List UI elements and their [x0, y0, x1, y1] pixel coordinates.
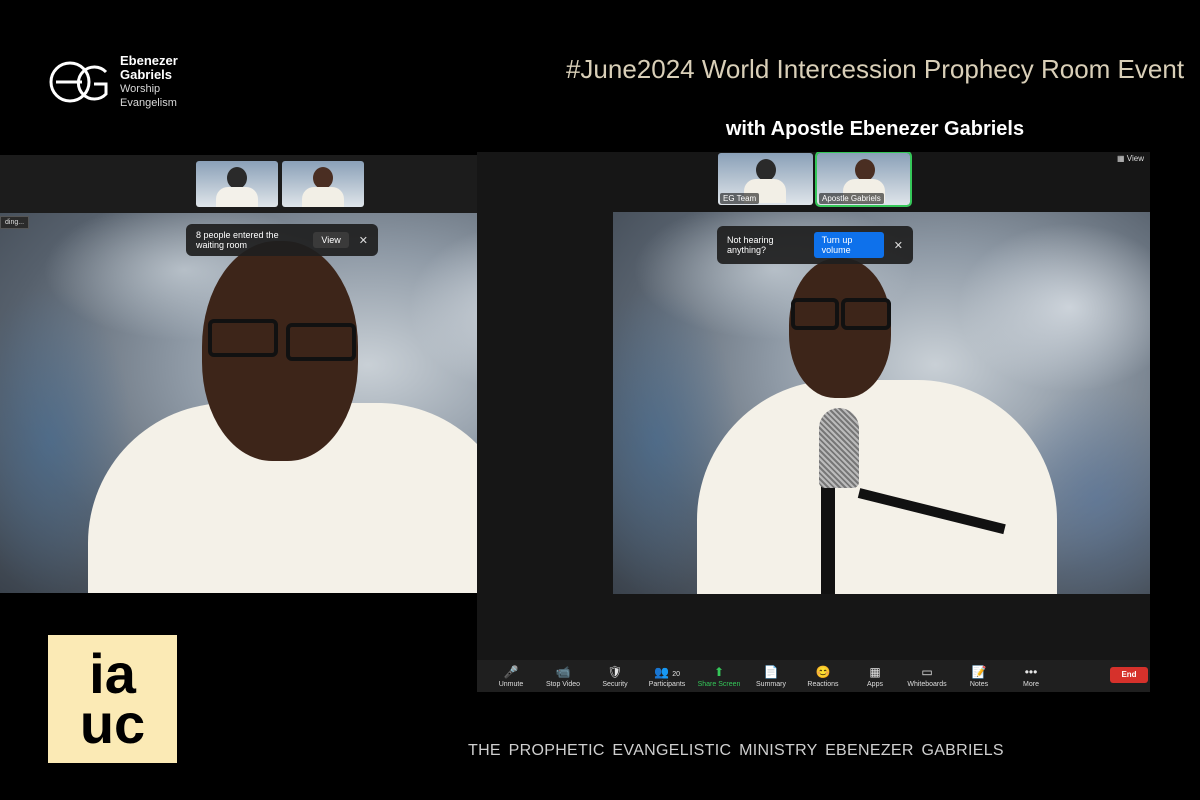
meeting-toolbar: 🎤 Unmute 📹 Stop Video 🛡 Security 👥 20 Pa… — [477, 660, 1150, 692]
eg-logo-icon — [49, 61, 108, 103]
participant-count: 20 — [672, 670, 681, 678]
summary-icon: 📄 — [763, 664, 779, 679]
more-button[interactable]: ••• More — [1005, 665, 1057, 688]
participant-thumbnail[interactable] — [282, 161, 364, 207]
participants-button[interactable]: 👥 20 Participants — [641, 665, 693, 688]
glasses-right — [286, 323, 356, 361]
notes-button[interactable]: 📝 Notes — [953, 665, 1005, 688]
brand-sub-line1: Worship — [120, 83, 161, 95]
close-icon[interactable]: ✕ — [359, 234, 368, 247]
shield-icon: 🛡 — [607, 664, 623, 679]
unmute-button[interactable]: 🎤 Unmute — [485, 665, 537, 688]
view-button[interactable]: View — [313, 232, 349, 248]
brand-logo: Ebenezer Gabriels Worship Evangelism — [48, 54, 178, 110]
thumbnail-strip — [196, 161, 364, 207]
participant-thumbnail[interactable] — [196, 161, 278, 207]
participant-thumbnail-apostle-gabriels[interactable]: Apostle Gabriels — [815, 152, 912, 207]
reactions-button[interactable]: 😊 Reactions — [797, 665, 849, 688]
brand-name-line2: Gabriels — [120, 67, 173, 82]
security-button[interactable]: 🛡 Security — [589, 665, 641, 688]
toast-text: 8 people entered the waiting room — [196, 230, 279, 250]
end-meeting-button[interactable]: End — [1110, 667, 1148, 683]
brand-sub-line2: Evangelism — [120, 97, 177, 109]
recording-indicator: ding... — [0, 216, 30, 229]
brand-text: Ebenezer Gabriels Worship Evangelism — [120, 54, 178, 110]
speaker-body — [697, 380, 1057, 594]
glasses-left — [208, 319, 278, 357]
ministry-caption: THE PROPHETIC EVANGELISTIC MINISTRY EBEN… — [468, 742, 1004, 759]
toast-text: Not hearing anything? — [727, 235, 774, 255]
camera-icon: 📹 — [555, 664, 571, 679]
thumbnail-strip: EG Team Apostle Gabriels — [718, 152, 912, 207]
audio-toast: Not hearing anything? Turn up volume ✕ — [717, 226, 913, 264]
apps-button[interactable]: ▦ Apps — [849, 665, 901, 688]
smiley-icon: 😊 — [815, 664, 831, 679]
share-screen-icon: ⬆ — [713, 664, 725, 679]
microphone-muted-icon: 🎤 — [503, 664, 519, 679]
waiting-room-toast: 8 people entered the waiting room View ✕ — [186, 224, 378, 256]
thumbnail-label: Apostle Gabriels — [819, 193, 884, 204]
event-title: #June2024 World Intercession Prophecy Ro… — [565, 54, 1185, 84]
iauc-logo-line2: uc — [79, 692, 146, 755]
stop-video-button[interactable]: 📹 Stop Video — [537, 665, 589, 688]
more-icon: ••• — [1024, 664, 1038, 679]
whiteboard-icon: ▭ — [921, 664, 933, 679]
event-subtitle: with Apostle Ebenezer Gabriels — [725, 118, 1025, 140]
notes-icon: 📝 — [971, 664, 987, 679]
thumbnail-label: EG Team — [720, 193, 760, 204]
right-meeting-window: ▦ View EG Team Apostle Gabriels Not hear… — [477, 152, 1150, 692]
participants-icon: 👥 20 — [653, 664, 681, 679]
main-video — [613, 212, 1150, 594]
glasses-left — [791, 298, 839, 330]
close-icon[interactable]: ✕ — [894, 239, 903, 252]
glasses-right — [841, 298, 891, 330]
microphone-icon — [819, 408, 859, 488]
share-screen-button[interactable]: ⬆ Share Screen — [693, 665, 745, 688]
apps-icon: ▦ — [869, 664, 881, 679]
iauc-logo: ia uc — [48, 635, 177, 763]
summary-button[interactable]: 📄 Summary — [745, 665, 797, 688]
whiteboards-button[interactable]: ▭ Whiteboards — [901, 665, 953, 688]
view-toggle-button[interactable]: ▦ View — [1117, 154, 1144, 163]
turn-up-volume-button[interactable]: Turn up volume — [813, 232, 884, 258]
brand-name-line1: Ebenezer — [120, 53, 178, 68]
participant-thumbnail-eg-team[interactable]: EG Team — [718, 153, 813, 205]
